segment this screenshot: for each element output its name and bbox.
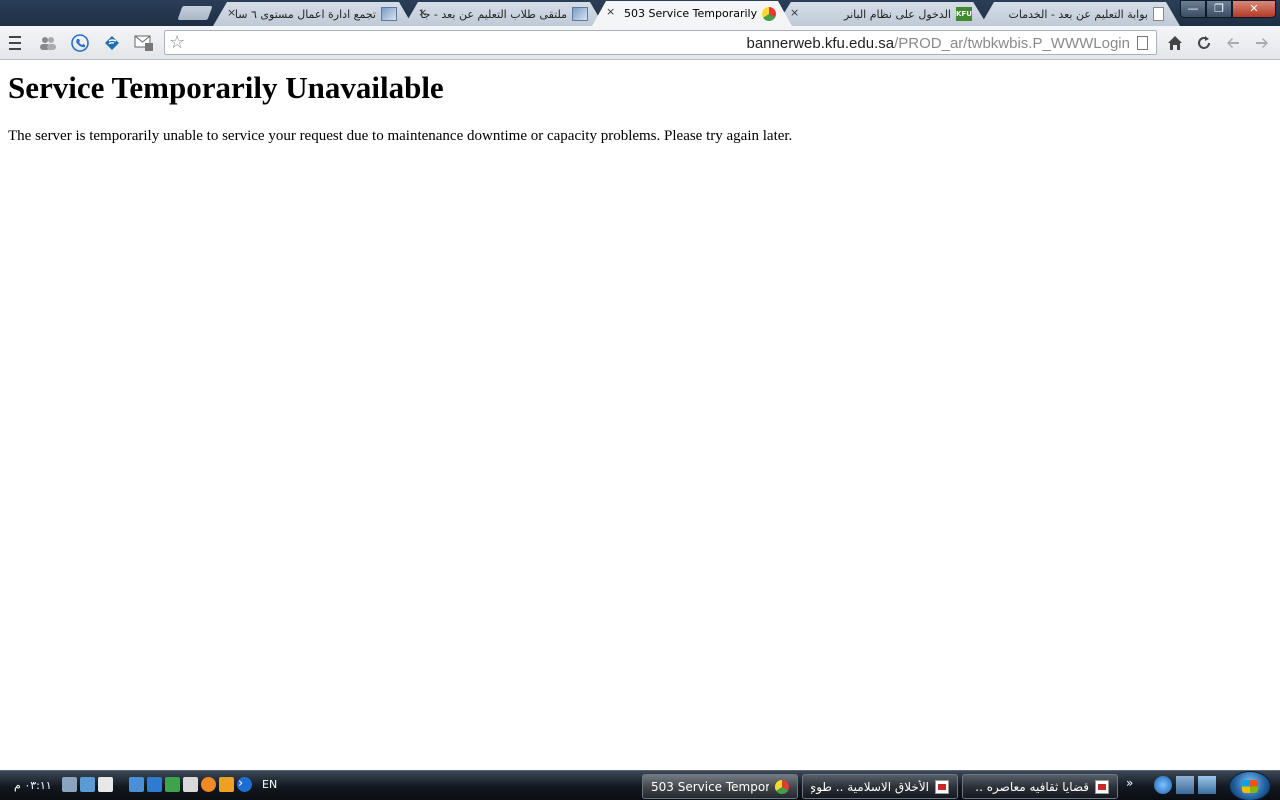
tab-title: بوابة التعليم عن بعد - الخدمات	[1008, 7, 1149, 21]
taskbar-item-pdf[interactable]: الأخلاق الاسلامية .. طوي...	[802, 774, 958, 799]
kfu-logo-icon: KFU	[956, 7, 972, 21]
page-viewport: Service Temporarily Unavailable The serv…	[0, 61, 1280, 770]
app-tray-icon[interactable]	[147, 777, 162, 792]
tab-banner-login[interactable]: KFU الدخول على نظام البانر ×	[776, 2, 988, 26]
gmail-icon[interactable]	[134, 33, 154, 53]
page-info-icon[interactable]	[1137, 36, 1148, 50]
error-message: The server is temporarily unable to serv…	[8, 128, 793, 144]
minimize-button[interactable]: —	[1180, 0, 1206, 18]
taskbar: ٠٣:١١ م › EN 503 Service Tempor... الأخل…	[0, 770, 1280, 800]
taskbar-item-label: 503 Service Tempor...	[651, 779, 769, 794]
pdf-icon	[1095, 779, 1109, 794]
window-controls: — ❐ ✕	[1180, 0, 1276, 18]
app-tray-icon[interactable]	[183, 777, 198, 792]
app-tray-icon[interactable]	[165, 777, 180, 792]
quick-launch: »	[1126, 776, 1216, 794]
new-tab-button[interactable]	[177, 6, 213, 20]
forum-icon	[572, 7, 588, 21]
tab-503[interactable]: × 503 Service Temporarily U	[592, 1, 792, 26]
app-tray-icon[interactable]	[201, 777, 216, 792]
url-text[interactable]: bannerweb.kfu.edu.sa/PROD_ar/twbkwbis.P_…	[746, 35, 1130, 52]
tab-title: الدخول على نظام البانر	[844, 7, 951, 21]
tab-title: ملتقى طلاب التعليم عن بعد - جا	[420, 7, 567, 21]
page-heading: Service Temporarily Unavailable	[8, 70, 444, 105]
taskbar-item-label: الأخلاق الاسلامية .. طوي...	[811, 779, 929, 794]
system-tray	[62, 777, 252, 792]
language-indicator[interactable]: EN	[262, 778, 277, 791]
app-tray-icon[interactable]	[219, 777, 234, 792]
taskbar-item-pdf[interactable]: قضايا ثقافيه معاصره .. ...	[962, 774, 1118, 799]
chrome-icon	[762, 6, 776, 21]
forward-icon[interactable]	[1252, 33, 1272, 53]
tab-strip: تجمع ادارة اعمال مستوى ٦ سا × ملتقى طلاب…	[0, 0, 1280, 26]
tab-title: تجمع ادارة اعمال مستوى ٦ سا	[234, 7, 376, 21]
tab-close-icon[interactable]: ×	[606, 5, 615, 18]
menu-icon[interactable]	[5, 33, 25, 53]
taskbar-item-chrome[interactable]: 503 Service Tempor...	[642, 774, 798, 799]
tab-forum[interactable]: ملتقى طلاب التعليم عن بعد - جا ×	[404, 2, 604, 26]
pdf-icon	[935, 779, 949, 794]
tab-close-icon[interactable]: ×	[790, 6, 799, 19]
chrome-icon	[775, 779, 789, 794]
back-icon[interactable]	[1223, 33, 1243, 53]
show-hidden-icons[interactable]: ›	[238, 776, 243, 791]
show-desktop-icon[interactable]	[1198, 776, 1216, 794]
switch-windows-icon[interactable]	[1176, 776, 1194, 794]
quick-launch-overflow-icon[interactable]: »	[1126, 776, 1136, 794]
system-clock[interactable]: ٠٣:١١ م	[14, 779, 52, 792]
forum-icon	[381, 7, 397, 21]
taskbar-item-label: قضايا ثقافيه معاصره .. ...	[971, 779, 1089, 794]
tab-title: 503 Service Temporarily U	[624, 7, 758, 20]
rss-icon[interactable]	[102, 33, 122, 53]
start-button[interactable]	[1229, 771, 1271, 800]
tab-close-icon[interactable]: ×	[418, 6, 427, 19]
close-window-button[interactable]: ✕	[1232, 0, 1276, 18]
people-icon[interactable]	[38, 33, 58, 53]
home-icon[interactable]	[1165, 33, 1185, 53]
tab-business[interactable]: تجمع ادارة اعمال مستوى ٦ سا ×	[213, 2, 413, 26]
tab-services[interactable]: بوابة التعليم عن بعد - الخدمات	[980, 2, 1180, 26]
tab-close-icon[interactable]: ×	[227, 6, 236, 19]
reload-icon[interactable]	[1194, 33, 1214, 53]
address-bar[interactable]: ☆ bannerweb.kfu.edu.sa/PROD_ar/twbkwbis.…	[164, 30, 1157, 55]
volume-icon[interactable]	[62, 777, 77, 792]
url-path: /PROD_ar/twbkwbis.P_WWWLogin	[894, 35, 1130, 52]
network-icon[interactable]	[80, 777, 95, 792]
app-tray-icon[interactable]	[129, 777, 144, 792]
url-host: bannerweb.kfu.edu.sa	[746, 35, 895, 52]
star-icon[interactable]: ☆	[169, 32, 185, 53]
phone-icon[interactable]	[70, 33, 90, 53]
internet-explorer-icon[interactable]	[1154, 776, 1172, 794]
document-icon	[1153, 7, 1164, 21]
maximize-button[interactable]: ❐	[1206, 0, 1232, 18]
clipboard-icon[interactable]	[98, 777, 113, 792]
